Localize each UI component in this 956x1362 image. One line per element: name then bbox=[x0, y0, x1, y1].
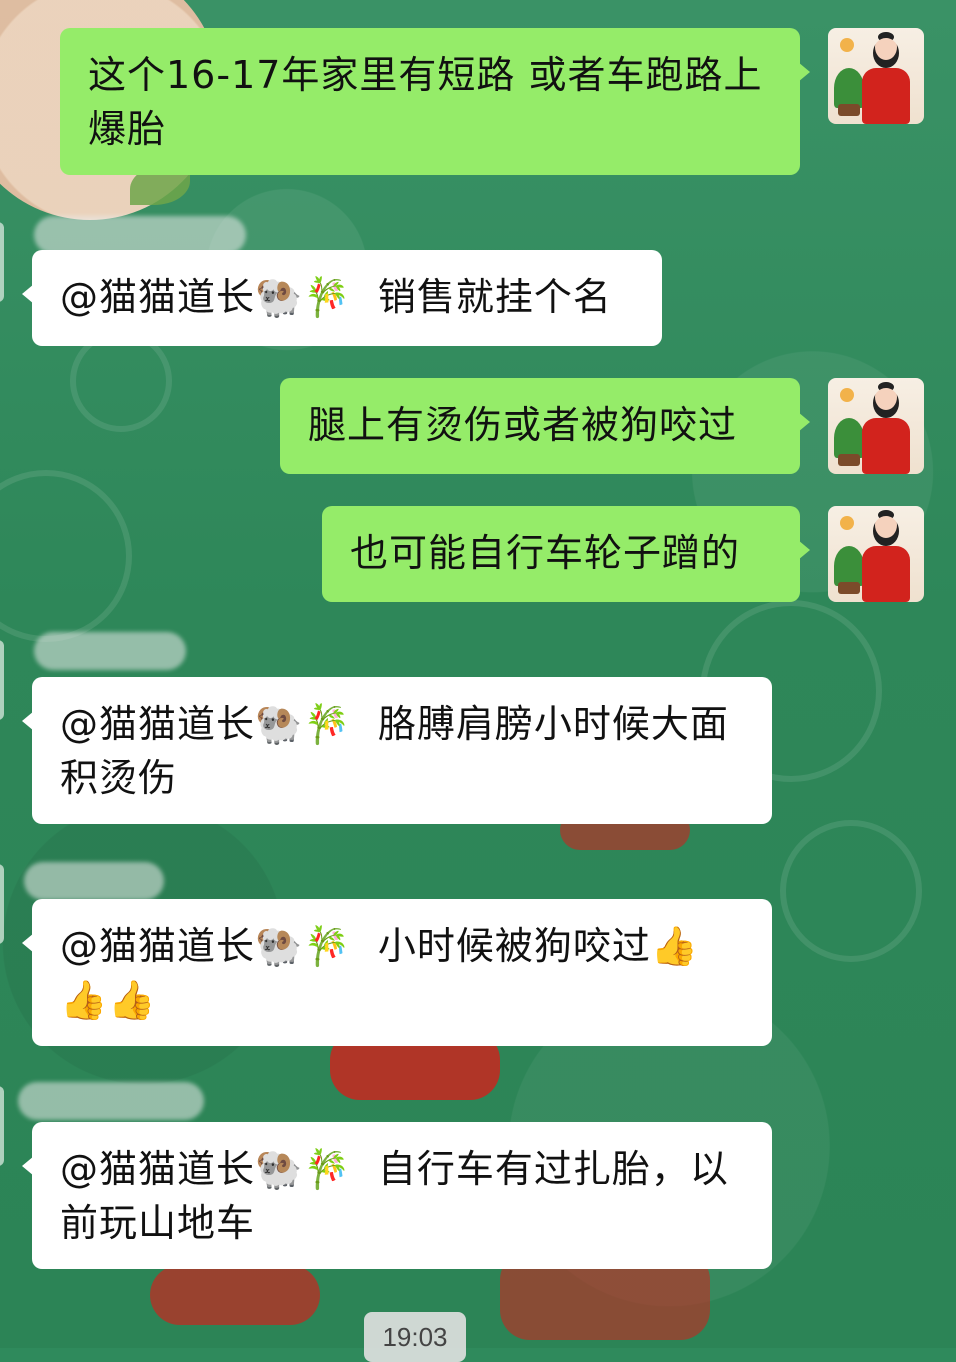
message-text: 也可能自行车轮子蹭的 bbox=[350, 531, 741, 575]
background-decoration bbox=[780, 820, 922, 962]
sender-avatar[interactable] bbox=[0, 222, 4, 302]
mention[interactable]: @猫猫道长 bbox=[60, 702, 255, 746]
plant-icon bbox=[834, 68, 864, 108]
my-avatar[interactable] bbox=[828, 506, 924, 602]
incoming-message-bubble[interactable]: @猫猫道长🐏🎋 小时候被狗咬过👍👍👍 bbox=[22, 899, 772, 1046]
incoming-message-bubble[interactable]: @猫猫道长🐏🎋 销售就挂个名 bbox=[22, 250, 662, 346]
background-decoration bbox=[150, 1265, 320, 1325]
sheep-bamboo-emoji: 🐏🎋 bbox=[255, 275, 352, 319]
sender-avatar[interactable] bbox=[0, 864, 4, 944]
message-text: 小时候被狗咬过 bbox=[377, 924, 651, 968]
sheep-bamboo-emoji: 🐏🎋 bbox=[255, 924, 352, 968]
incoming-message-bubble[interactable]: @猫猫道长🐏🎋 自行车有过扎胎，以前玩山地车 bbox=[22, 1122, 772, 1269]
sheep-bamboo-emoji: 🐏🎋 bbox=[255, 1147, 352, 1191]
mention[interactable]: @猫猫道长 bbox=[60, 275, 255, 319]
sender-name-blurred bbox=[34, 216, 246, 254]
outgoing-message-bubble[interactable]: 腿上有烫伤或者被狗咬过 bbox=[280, 378, 810, 474]
message-text: 销售就挂个名 bbox=[377, 275, 612, 319]
message-text: 腿上有烫伤或者被狗咬过 bbox=[308, 403, 738, 447]
sun-icon bbox=[840, 516, 854, 530]
plant-icon bbox=[834, 546, 864, 586]
sun-icon bbox=[840, 388, 854, 402]
sender-name-blurred bbox=[24, 862, 164, 900]
sender-name-blurred bbox=[18, 1082, 204, 1120]
plant-icon bbox=[834, 418, 864, 458]
sender-name-blurred bbox=[34, 632, 186, 670]
mention[interactable]: @猫猫道长 bbox=[60, 1147, 255, 1191]
outgoing-message-bubble[interactable]: 这个16-17年家里有短路 或者车跑路上爆胎 bbox=[60, 28, 810, 175]
sender-avatar[interactable] bbox=[0, 1086, 4, 1166]
sender-avatar[interactable] bbox=[0, 640, 4, 720]
outgoing-message-bubble[interactable]: 也可能自行车轮子蹭的 bbox=[322, 506, 810, 602]
my-avatar[interactable] bbox=[828, 28, 924, 124]
incoming-message-bubble[interactable]: @猫猫道长🐏🎋 胳膊肩膀小时候大面积烫伤 bbox=[22, 677, 772, 824]
mention[interactable]: @猫猫道长 bbox=[60, 924, 255, 968]
sun-icon bbox=[840, 38, 854, 52]
message-text: 这个16-17年家里有短路 或者车跑路上爆胎 bbox=[88, 53, 763, 151]
sheep-bamboo-emoji: 🐏🎋 bbox=[255, 702, 352, 746]
my-avatar[interactable] bbox=[828, 378, 924, 474]
timestamp: 19:03 bbox=[364, 1312, 466, 1362]
